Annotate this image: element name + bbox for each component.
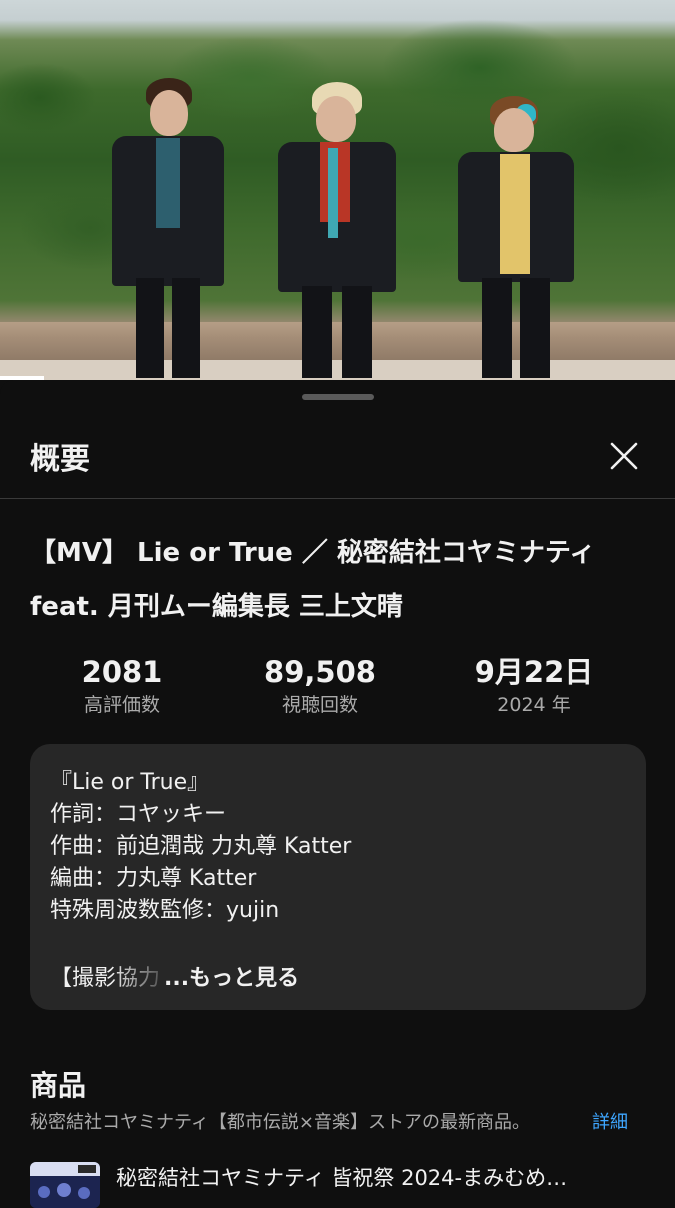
description-line: 編曲：力丸尊 Katter [50,866,257,891]
publish-year: 2024 年 [497,694,571,716]
description-line: 作詞：コヤッキー [50,802,227,827]
video-title: 【MV】 Lie or True ／ 秘密結社コヤミナティ feat. 月刊ムー… [30,538,596,622]
products-heading: 商品 [30,1069,87,1102]
description-line: 作曲：前迫潤哉 力丸尊 Katter [50,834,352,859]
views-label: 視聴回数 [281,694,358,716]
views-count: 89,508 [264,655,376,689]
video-player[interactable] [0,0,675,380]
likes-label: 高評価数 [83,694,160,716]
video-person-right [454,96,578,378]
likes-count: 2081 [81,655,163,689]
video-person-left [108,78,228,378]
description-panel: 概要 【MV】 Lie or True ／ 秘密結社コヤミナティ feat. 月… [0,380,675,1208]
products-detail-link[interactable]: 詳細 [592,1108,628,1134]
description-line: 特殊周波数監修：yujin [50,898,280,923]
drag-handle[interactable] [302,394,374,400]
description-line: 『Lie or True』 [50,770,210,795]
product-name[interactable]: 秘密結社コヤミナティ 皆祝祭 2024-まみむめ… [116,1162,656,1192]
stat-likes: 2081 高評価数 [22,654,222,720]
products-subtitle: 秘密結社コヤミナティ【都市伝説×音楽】ストアの最新商品。 [30,1112,530,1133]
stat-date: 9月22日 2024 年 [434,654,634,720]
close-button[interactable] [604,436,644,476]
show-more-button[interactable]: ...もっと見る [164,960,299,992]
stat-views: 89,508 視聴回数 [220,654,420,720]
product-image [30,1162,100,1208]
description-box[interactable]: 『Lie or True』 作詞：コヤッキー 作曲：前迫潤哉 力丸尊 Katte… [30,744,646,1010]
publish-date: 9月22日 [474,655,594,689]
description-truncated-line: 【撮影協力 [50,960,160,992]
product-thumbnail[interactable] [30,1162,100,1208]
header-divider [0,498,675,499]
video-person-center [272,82,402,378]
panel-title: 概要 [30,442,90,477]
close-icon [610,442,638,470]
